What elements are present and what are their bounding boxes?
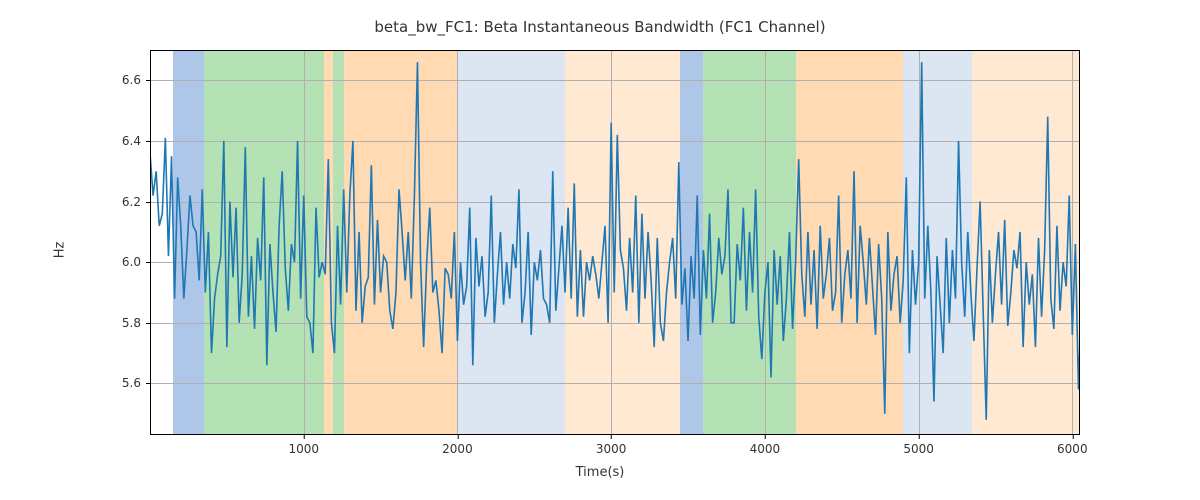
chart-title: beta_bw_FC1: Beta Instantaneous Bandwidt… — [0, 18, 1200, 36]
x-tick: 3000 — [596, 435, 627, 456]
x-tick: 6000 — [1057, 435, 1088, 456]
x-tick: 4000 — [750, 435, 781, 456]
y-tick: 6.4 — [122, 134, 150, 148]
y-tick: 6.6 — [122, 73, 150, 87]
y-tick: 6.0 — [122, 255, 150, 269]
y-ticks: 5.65.86.06.26.46.6 — [150, 50, 1080, 435]
y-tick: 6.2 — [122, 195, 150, 209]
plot-area: 100020003000400050006000 5.65.86.06.26.4… — [150, 50, 1080, 435]
y-tick: 5.6 — [122, 376, 150, 390]
x-axis-label: Time(s) — [0, 465, 1200, 480]
figure: beta_bw_FC1: Beta Instantaneous Bandwidt… — [0, 0, 1200, 500]
x-tick: 2000 — [442, 435, 473, 456]
x-tick: 1000 — [288, 435, 319, 456]
x-tick: 5000 — [903, 435, 934, 456]
y-axis-label: Hz — [53, 242, 68, 259]
y-tick: 5.8 — [122, 316, 150, 330]
